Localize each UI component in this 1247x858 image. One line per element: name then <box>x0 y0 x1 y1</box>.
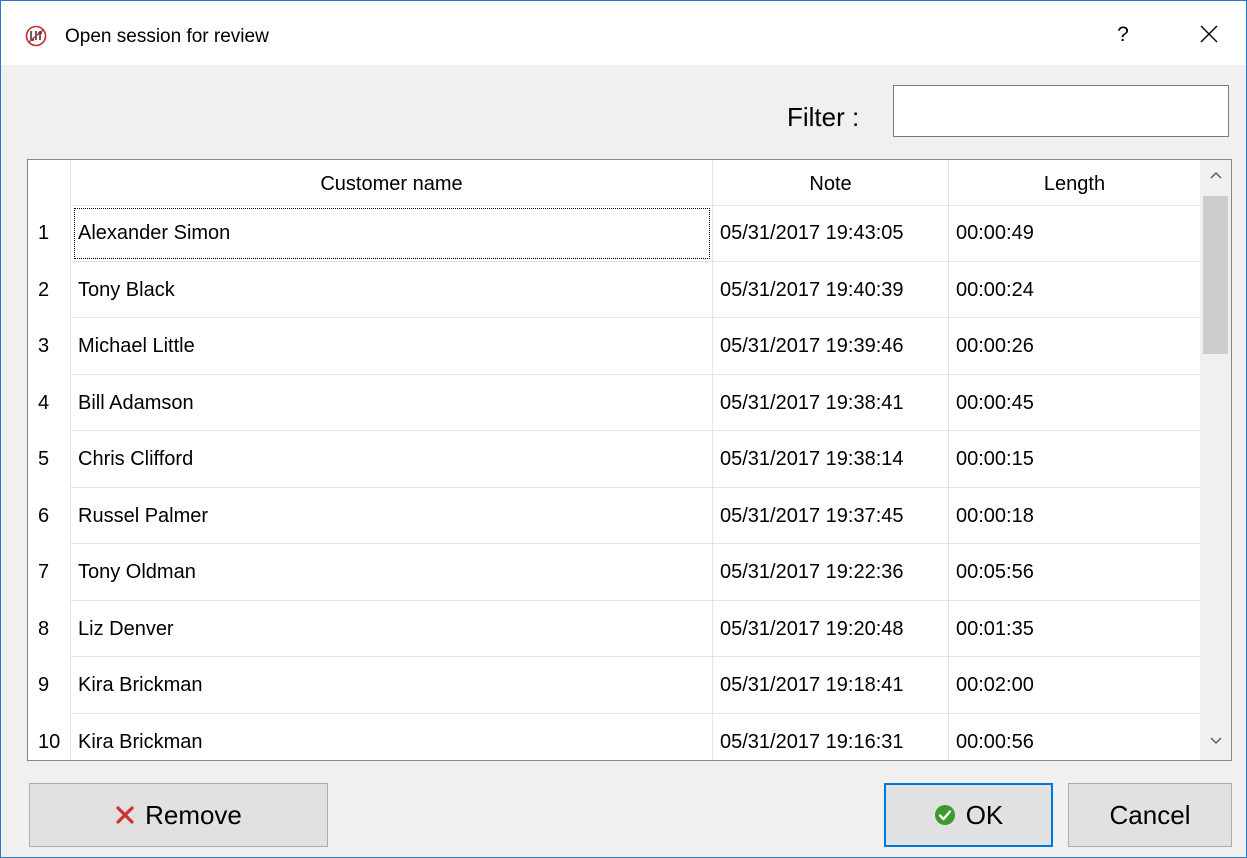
scroll-up-button[interactable] <box>1200 160 1231 194</box>
row-number[interactable]: 6 <box>28 487 71 544</box>
length-cell[interactable]: 00:00:49 <box>949 205 1200 262</box>
note-cell[interactable]: 05/31/2017 19:18:41 <box>713 657 949 714</box>
customer-name-cell[interactable]: Russel Palmer <box>71 487 713 544</box>
filter-label: Filter : <box>787 102 860 132</box>
row-number[interactable]: 10 <box>28 713 71 760</box>
customer-name-cell[interactable]: Tony Oldman <box>71 544 713 601</box>
app-logo-icon <box>25 25 47 47</box>
table-body: 1 Alexander Simon 05/31/2017 19:43:05 00… <box>28 205 1200 761</box>
row-number[interactable]: 2 <box>28 261 71 318</box>
row-number[interactable]: 8 <box>28 600 71 657</box>
row-number[interactable]: 1 <box>28 205 71 262</box>
table-row[interactable]: 6 Russel Palmer 05/31/2017 19:37:45 00:0… <box>28 487 1200 544</box>
row-number[interactable]: 7 <box>28 544 71 601</box>
table-row[interactable]: 2 Tony Black 05/31/2017 19:40:39 00:00:2… <box>28 261 1200 318</box>
table-row[interactable]: 8 Liz Denver 05/31/2017 19:20:48 00:01:3… <box>28 600 1200 657</box>
vertical-scrollbar[interactable] <box>1200 160 1231 760</box>
row-number[interactable]: 3 <box>28 318 71 375</box>
scroll-down-button[interactable] <box>1200 726 1231 760</box>
ok-button[interactable]: OK <box>884 783 1053 847</box>
note-cell[interactable]: 05/31/2017 19:43:05 <box>713 205 949 262</box>
column-header-note[interactable]: Note <box>713 160 949 205</box>
check-circle-icon <box>934 804 956 826</box>
table-row[interactable]: 7 Tony Oldman 05/31/2017 19:22:36 00:05:… <box>28 544 1200 601</box>
table-header: Customer name Note Length <box>28 160 1200 206</box>
customer-name-cell[interactable]: Liz Denver <box>71 600 713 657</box>
customer-name-cell[interactable]: Kira Brickman <box>71 713 713 760</box>
note-cell[interactable]: 05/31/2017 19:39:46 <box>713 318 949 375</box>
table-row[interactable]: 10 Kira Brickman 05/31/2017 19:16:31 00:… <box>28 713 1200 761</box>
ok-button-label: OK <box>965 799 1004 830</box>
customer-name-cell[interactable]: Alexander Simon <box>71 205 713 262</box>
scroll-thumb[interactable] <box>1203 196 1228 354</box>
dialog-window: Open session for review ? Filter : Custo… <box>0 0 1247 858</box>
close-button[interactable] <box>1185 17 1233 53</box>
table-row[interactable]: 3 Michael Little 05/31/2017 19:39:46 00:… <box>28 318 1200 375</box>
customer-name-cell[interactable]: Tony Black <box>71 261 713 318</box>
close-icon <box>1200 25 1218 43</box>
note-cell[interactable]: 05/31/2017 19:37:45 <box>713 487 949 544</box>
window-title: Open session for review <box>65 26 269 47</box>
length-cell[interactable]: 00:01:35 <box>949 601 1200 657</box>
length-cell[interactable]: 00:00:15 <box>949 431 1200 488</box>
filter-input[interactable] <box>893 85 1229 137</box>
row-number[interactable]: 4 <box>28 374 71 431</box>
note-cell[interactable]: 05/31/2017 19:38:14 <box>713 431 949 488</box>
length-cell[interactable]: 00:05:56 <box>949 544 1200 601</box>
column-header-customer-name[interactable]: Customer name <box>71 160 713 205</box>
chevron-down-icon <box>1209 737 1222 745</box>
table-row[interactable]: 9 Kira Brickman 05/31/2017 19:18:41 00:0… <box>28 657 1200 714</box>
column-header-length[interactable]: Length <box>949 160 1200 205</box>
customer-name-cell[interactable]: Bill Adamson <box>71 374 713 431</box>
table-row[interactable]: 4 Bill Adamson 05/31/2017 19:38:41 00:00… <box>28 374 1200 431</box>
note-cell[interactable]: 05/31/2017 19:22:36 <box>713 544 949 601</box>
note-cell[interactable]: 05/31/2017 19:16:31 <box>713 713 949 760</box>
length-cell[interactable]: 00:00:45 <box>949 375 1200 431</box>
length-cell[interactable]: 00:00:26 <box>949 318 1200 375</box>
title-bar: Open session for review ? <box>1 1 1246 65</box>
remove-button-label: Remove <box>145 799 242 830</box>
header-corner[interactable] <box>28 160 71 205</box>
length-cell[interactable]: 00:00:18 <box>949 488 1200 544</box>
note-cell[interactable]: 05/31/2017 19:40:39 <box>713 261 949 318</box>
sessions-table: Customer name Note Length 1 Alexander Si… <box>27 159 1232 761</box>
row-number[interactable]: 9 <box>28 657 71 714</box>
cancel-button-label: Cancel <box>1109 799 1191 830</box>
customer-name-cell[interactable]: Chris Clifford <box>71 431 713 488</box>
row-number[interactable]: 5 <box>28 431 71 488</box>
customer-name-cell[interactable]: Kira Brickman <box>71 657 713 714</box>
customer-name-cell[interactable]: Michael Little <box>71 318 713 375</box>
table-row[interactable]: 5 Chris Clifford 05/31/2017 19:38:14 00:… <box>28 431 1200 488</box>
table-row[interactable]: 1 Alexander Simon 05/31/2017 19:43:05 00… <box>28 205 1200 262</box>
help-button[interactable]: ? <box>1099 17 1147 53</box>
x-mark-icon <box>115 805 135 825</box>
remove-button[interactable]: Remove <box>29 783 328 847</box>
note-cell[interactable]: 05/31/2017 19:20:48 <box>713 600 949 657</box>
cancel-button[interactable]: Cancel <box>1068 783 1232 847</box>
note-cell[interactable]: 05/31/2017 19:38:41 <box>713 374 949 431</box>
chevron-up-icon <box>1209 171 1222 179</box>
length-cell[interactable]: 00:00:24 <box>949 262 1200 318</box>
length-cell[interactable]: 00:02:00 <box>949 657 1200 714</box>
length-cell[interactable]: 00:00:56 <box>949 714 1200 761</box>
